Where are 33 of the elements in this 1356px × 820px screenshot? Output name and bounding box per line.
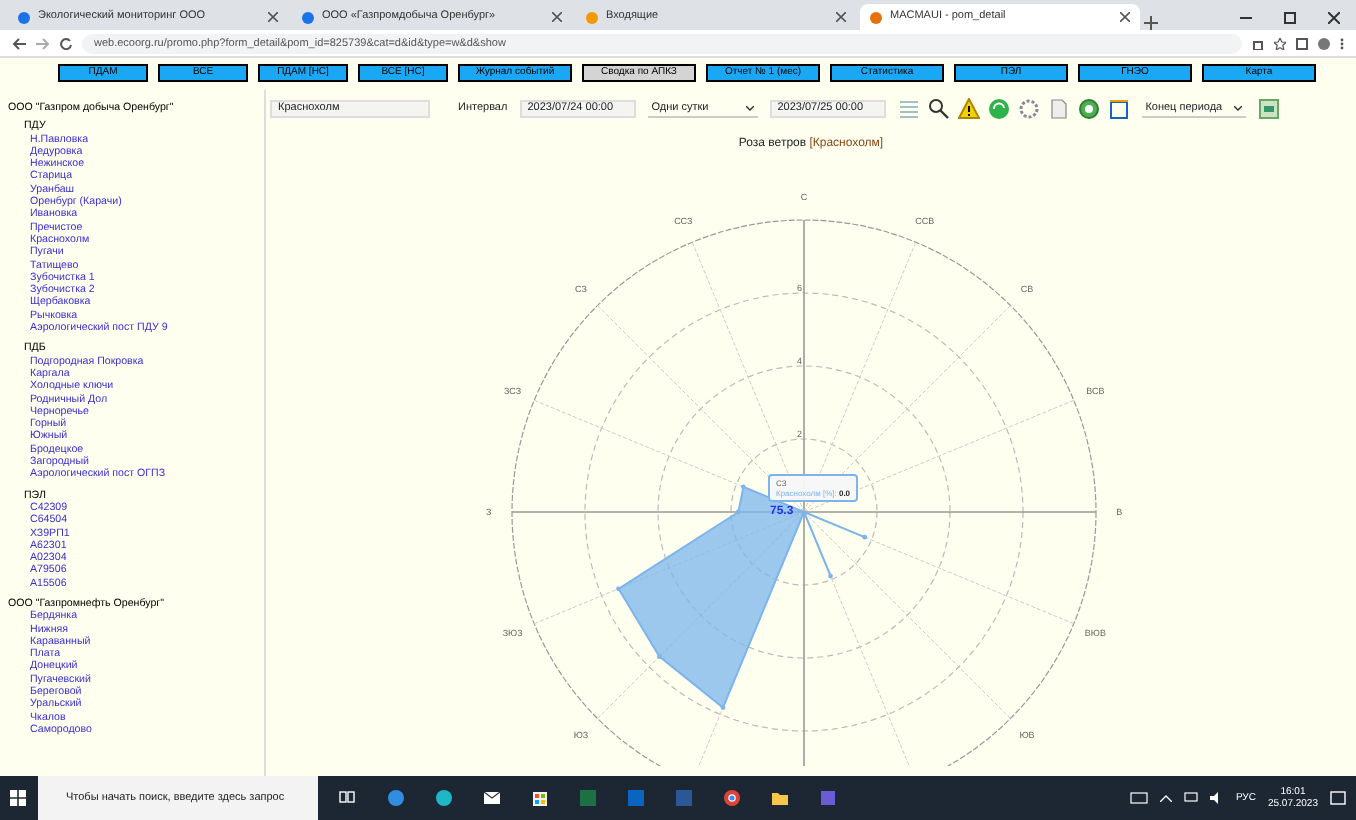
task-view-icon[interactable] [338,787,358,808]
caret-icon [745,105,754,111]
chrome-icon[interactable] [722,787,742,808]
envelope-icon[interactable] [482,787,502,808]
bag-icon[interactable] [530,787,550,808]
frame-icon[interactable] [1107,98,1130,120]
tab-favicon-icon [302,11,314,23]
app-window-icon[interactable] [818,787,838,808]
folder-icon[interactable] [770,787,790,808]
tab-favicon-icon [870,11,882,23]
back-arrow-icon[interactable] [12,37,26,49]
star-icon[interactable] [1274,37,1286,49]
warning-icon[interactable] [957,98,980,120]
close-icon[interactable] [1328,11,1340,23]
chevron-up-icon[interactable] [1159,794,1172,802]
refresh-icon[interactable] [987,98,1010,120]
maximize-icon[interactable] [1284,11,1296,23]
notification-icon[interactable] [1330,790,1346,806]
close-icon[interactable] [836,12,846,22]
caret-icon [1233,105,1242,111]
close-icon[interactable] [552,12,562,22]
search-icon[interactable] [927,98,950,120]
close-icon[interactable] [1120,12,1130,22]
circle-icon[interactable] [1077,98,1100,120]
sidebar-icon[interactable] [1296,37,1308,49]
minimize-icon[interactable] [1240,11,1252,23]
tab-favicon-icon [18,11,30,23]
windows-logo-icon[interactable] [10,790,26,806]
plus-icon[interactable] [1144,16,1158,30]
speaker-icon[interactable] [1209,792,1224,804]
tab-favicon-icon [586,11,598,23]
reload-icon[interactable] [60,37,72,49]
close-icon[interactable] [268,12,278,22]
